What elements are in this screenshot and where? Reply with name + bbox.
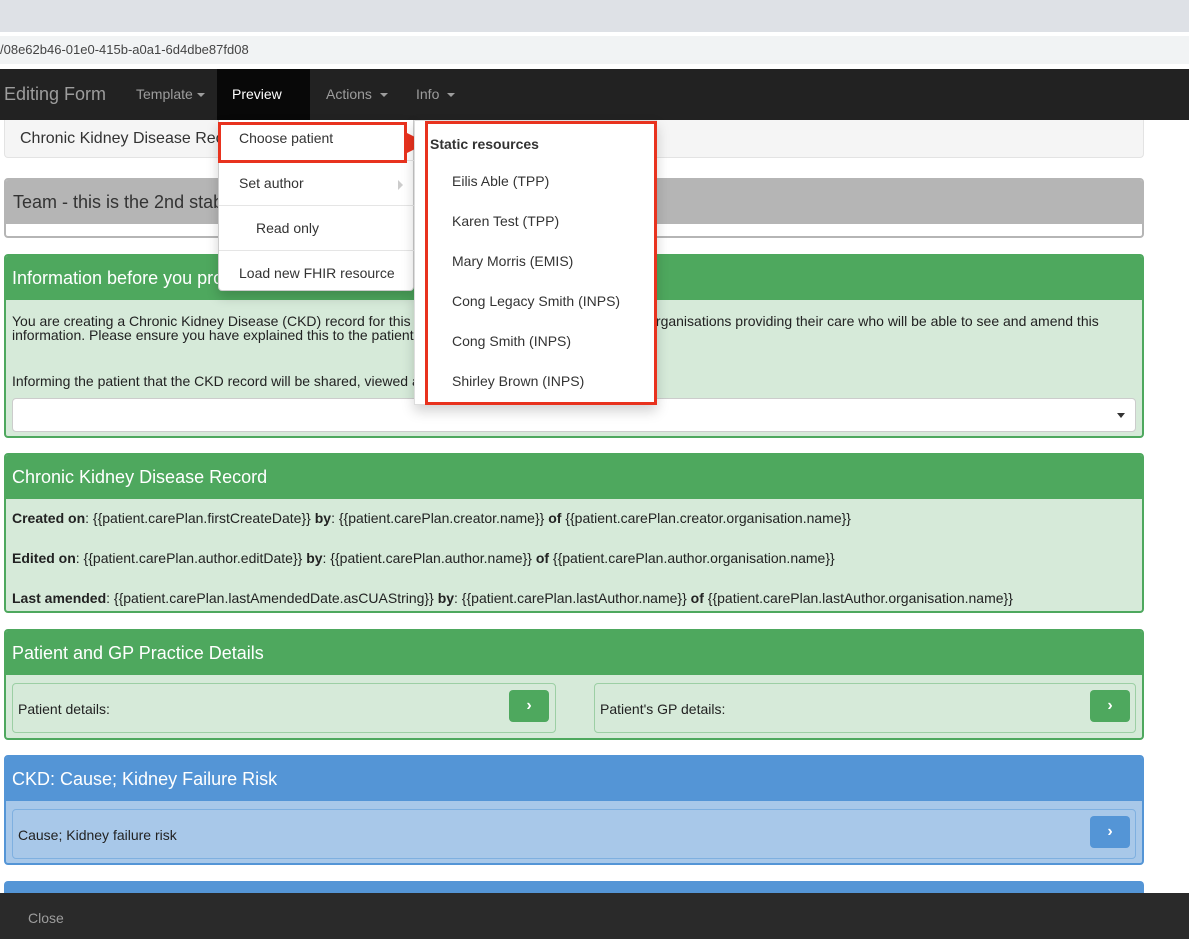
top-navbar: Editing Form Template Preview Actions In…	[0, 69, 1189, 149]
close-button[interactable]: Close	[28, 910, 64, 926]
patient-gp-panel: Patient and GP Practice Details Patient …	[4, 629, 1144, 740]
nav-preview-menu[interactable]: Preview	[217, 69, 310, 149]
next-panel-header	[4, 881, 1144, 893]
chevron-right-icon: ›	[526, 697, 532, 714]
menu-read-only[interactable]: Read only	[256, 220, 406, 236]
gp-details-box: Patient's GP details: ›	[594, 683, 1136, 733]
ckd-cause-box: Cause; Kidney failure risk ›	[12, 809, 1136, 859]
patient-details-button[interactable]: ›	[509, 690, 549, 722]
nav-template-menu[interactable]: Template	[121, 69, 220, 120]
gp-details-label: Patient's GP details:	[600, 701, 726, 717]
navbar-brand[interactable]: Editing Form	[4, 69, 106, 120]
gp-details-button[interactable]: ›	[1090, 690, 1130, 722]
info-consent-label: Informing the patient that the CKD recor…	[12, 373, 420, 389]
caret-down-icon	[379, 93, 388, 98]
ckd-record-title: Chronic Kidney Disease Record	[6, 455, 1142, 499]
highlight-patient-list	[425, 121, 657, 405]
ckd-cause-panel: CKD: Cause; Kidney Failure Risk Cause; K…	[4, 755, 1144, 865]
chevron-right-icon: ›	[1107, 697, 1113, 714]
menu-set-author[interactable]: Set author	[239, 175, 409, 191]
bottom-bar: Close	[0, 893, 1189, 939]
menu-load-fhir[interactable]: Load new FHIR resource	[239, 265, 415, 281]
caret-down-icon	[1117, 413, 1125, 418]
ckd-cause-button[interactable]: ›	[1090, 816, 1130, 848]
patient-gp-title: Patient and GP Practice Details	[6, 631, 1142, 675]
nav-actions-menu[interactable]: Actions	[311, 69, 403, 120]
info-text-line2: information. Please ensure you have expl…	[12, 327, 414, 343]
patient-details-label: Patient details:	[18, 701, 110, 717]
caret-right-icon	[398, 180, 403, 190]
chevron-right-icon: ›	[1107, 823, 1113, 840]
last-amended-line: Last amended: {{patient.carePlan.lastAme…	[12, 590, 1013, 606]
nav-info-menu[interactable]: Info	[401, 69, 470, 120]
ckd-cause-title: CKD: Cause; Kidney Failure Risk	[6, 757, 1142, 801]
menu-divider	[219, 250, 415, 251]
highlight-choose-patient	[218, 122, 407, 163]
caret-down-icon	[196, 93, 205, 98]
caret-down-icon	[447, 93, 456, 98]
created-on-line: Created on: {{patient.carePlan.firstCrea…	[12, 510, 851, 526]
info-text-line1-end: care organisations providing their care …	[617, 313, 1099, 329]
patient-details-box: Patient details: ›	[12, 683, 556, 733]
menu-divider	[219, 205, 415, 206]
browser-tabstrip	[0, 0, 1189, 32]
address-bar[interactable]: /08e62b46-01e0-415b-a0a1-6d4dbe87fd08	[0, 36, 1189, 64]
ckd-cause-label: Cause; Kidney failure risk	[18, 827, 177, 843]
url-text: /08e62b46-01e0-415b-a0a1-6d4dbe87fd08	[0, 42, 249, 57]
form-title: Chronic Kidney Disease Rec	[20, 130, 224, 147]
ckd-record-panel: Chronic Kidney Disease Record Created on…	[4, 453, 1144, 613]
edited-on-line: Edited on: {{patient.carePlan.author.edi…	[12, 550, 835, 566]
